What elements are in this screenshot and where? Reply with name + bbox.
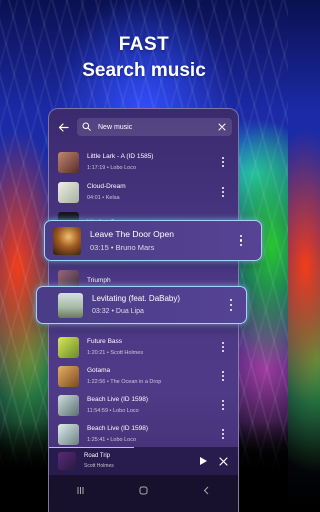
song-title: Leave The Door Open	[90, 228, 174, 239]
album-art	[58, 394, 79, 416]
now-playing-bar[interactable]: Road Trip Scott Holmes	[49, 447, 238, 475]
search-bar: New music	[55, 117, 232, 137]
album-art	[58, 336, 79, 358]
more-vertical-icon[interactable]	[216, 338, 230, 356]
song-subtitle: 1:22:56 • The Ocean in a Drop	[87, 379, 162, 385]
song-subtitle: 1:17:19 • Lobo Loco	[87, 165, 137, 171]
song-title: Beach Live (ID 1598)	[87, 425, 149, 432]
song-title: Cloud-Dream	[87, 183, 126, 190]
play-icon[interactable]	[196, 454, 210, 468]
highlighted-song-card[interactable]: Levitating (feat. DaBaby) 03:32 • Dua Li…	[36, 286, 247, 324]
song-subtitle: 03:15 • Bruno Mars	[90, 242, 155, 252]
song-title: Little Lark - A (ID 1585)	[87, 153, 154, 160]
song-subtitle: 1:20:21 • Scott Holmes	[87, 350, 144, 356]
song-subtitle: 11:54:59 • Lobo Loco	[87, 408, 139, 414]
song-subtitle: 03:32 • Dua Lipa	[92, 308, 144, 315]
song-subtitle: 04:01 • Kelsa	[87, 195, 120, 201]
more-vertical-icon[interactable]	[233, 231, 249, 251]
song-subtitle: 1:25:41 • Lobo Loco	[87, 437, 137, 443]
now-playing-title: Road Trip	[84, 453, 111, 459]
search-icon	[82, 122, 92, 132]
home-icon[interactable]	[139, 485, 149, 495]
more-vertical-icon[interactable]	[223, 295, 239, 315]
album-art	[58, 151, 79, 173]
headline-fast: FAST	[118, 34, 170, 55]
headline: FAST Search music	[0, 34, 288, 83]
song-title: Triumph	[87, 276, 111, 284]
song-title: Gotama	[87, 367, 111, 374]
arrow-left-icon[interactable]	[55, 119, 71, 135]
list-item[interactable]: Little Lark - A (ID 1585) 1:17:19 • Lobo…	[49, 147, 238, 177]
back-icon[interactable]	[202, 485, 212, 495]
list-item[interactable]: Cloud-Dream 04:01 • Kelsa	[49, 177, 238, 207]
close-icon[interactable]	[216, 454, 230, 468]
song-title: Levitating (feat. DaBaby)	[92, 294, 181, 303]
album-art	[58, 181, 79, 203]
headline-search-music: Search music	[82, 60, 206, 81]
list-item[interactable]: Future Bass 1:20:21 • Scott Holmes	[49, 332, 238, 362]
system-nav-bar	[49, 475, 238, 512]
search-input[interactable]: New music	[77, 118, 232, 136]
list-item[interactable]: Beach Live (ID 1598) 1:25:41 • Lobo Loco	[49, 419, 238, 449]
song-title: Beach Live (ID 1598)	[87, 396, 149, 403]
close-icon[interactable]	[218, 123, 227, 132]
highlighted-song-card[interactable]: Leave The Door Open 03:15 • Bruno Mars	[44, 220, 262, 261]
list-item[interactable]: Gotama 1:22:56 • The Ocean in a Drop	[49, 361, 238, 391]
recent-apps-icon[interactable]	[76, 485, 86, 495]
more-vertical-icon[interactable]	[216, 153, 230, 171]
search-query: New music	[98, 123, 133, 131]
song-title: Future Bass	[87, 338, 123, 345]
list-item[interactable]: Beach Live (ID 1598) 11:54:59 • Lobo Loc…	[49, 390, 238, 420]
more-vertical-icon[interactable]	[216, 425, 230, 443]
now-playing-art	[58, 452, 76, 470]
more-vertical-icon[interactable]	[216, 183, 230, 201]
album-art	[58, 365, 79, 387]
album-art	[58, 292, 83, 318]
album-art	[53, 226, 81, 255]
more-vertical-icon[interactable]	[216, 396, 230, 414]
more-vertical-icon[interactable]	[216, 367, 230, 385]
now-playing-artist: Scott Holmes	[84, 463, 114, 469]
playback-progress[interactable]	[49, 447, 135, 448]
album-art	[58, 423, 79, 445]
